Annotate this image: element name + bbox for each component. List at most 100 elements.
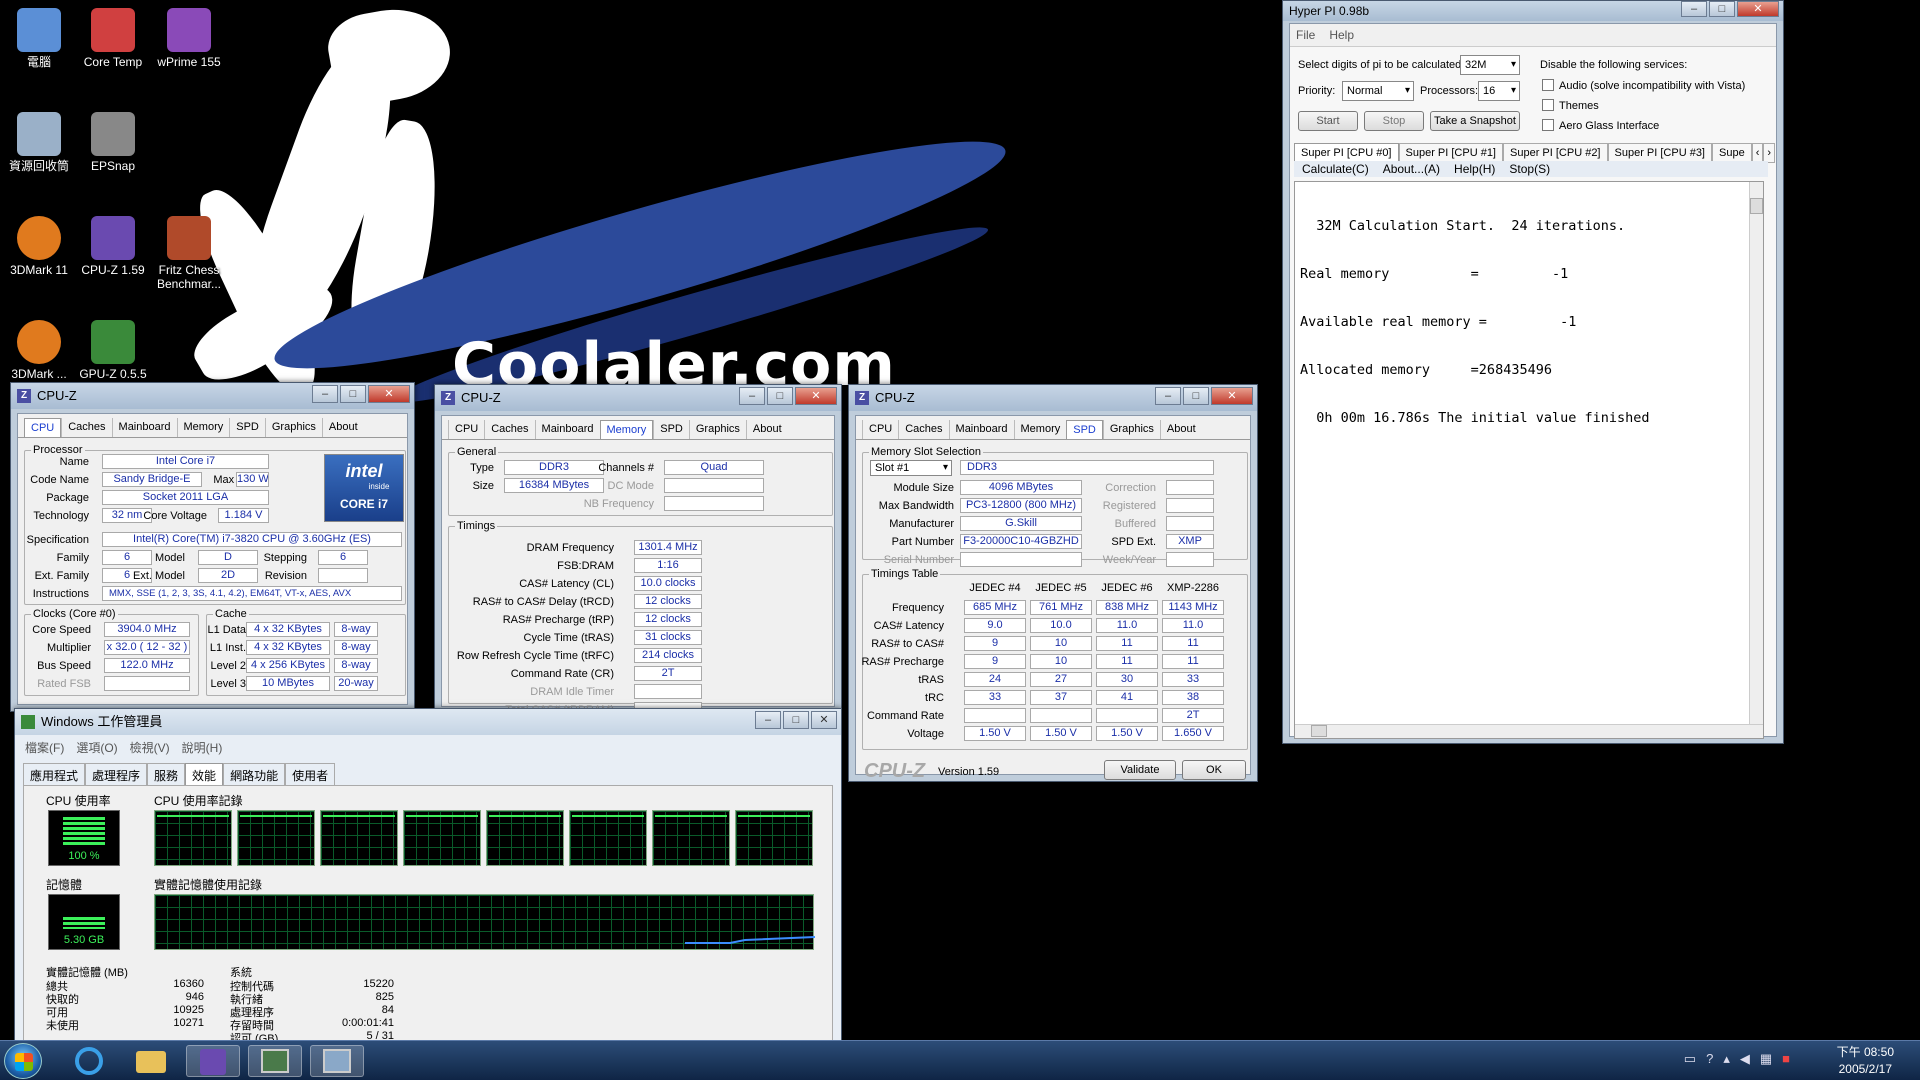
title-bar[interactable]: Windows 工作管理員 – □ ✕ — [15, 709, 841, 735]
minimize-button[interactable]: – — [1155, 387, 1181, 405]
tab-memory[interactable]: Memory — [176, 418, 230, 437]
tab-spd[interactable]: SPD — [1066, 420, 1103, 439]
menu-file[interactable]: File — [1296, 28, 1315, 42]
maximize-button[interactable]: □ — [340, 385, 366, 403]
desktop-icon-fritz-chess[interactable]: Fritz Chess Benchmar... — [150, 216, 228, 291]
tab-mainboard[interactable]: Mainboard — [948, 420, 1014, 439]
title-bar[interactable]: Z CPU-Z – □ ✕ — [435, 385, 841, 411]
menu-stop[interactable]: Stop(S) — [1509, 161, 1550, 177]
menu-about[interactable]: About...(A) — [1383, 161, 1440, 177]
desktop-icon-gpuz[interactable]: GPU-Z 0.5.5 — [74, 320, 152, 381]
maximize-button[interactable]: □ — [767, 387, 793, 405]
arrow-up-icon[interactable]: ▴ — [1723, 1051, 1730, 1067]
task-manager-window[interactable]: Windows 工作管理員 – □ ✕ 檔案(F) 選項(O) 檢視(V) 說明(H… — [14, 708, 842, 1045]
tab-cpu[interactable]: CPU — [448, 420, 484, 439]
start-button[interactable] — [4, 1043, 42, 1079]
close-button[interactable]: ✕ — [1737, 1, 1779, 17]
minimize-button[interactable]: – — [755, 711, 781, 729]
help-icon[interactable]: ? — [1706, 1051, 1713, 1067]
desktop-icon-3dmark11[interactable]: 3DMark 11 — [0, 216, 78, 277]
scroll-thumb[interactable] — [1311, 725, 1327, 737]
hyperpi-taskbar-button[interactable] — [310, 1045, 364, 1077]
tab-about[interactable]: About — [1159, 420, 1202, 439]
tab-mainboard[interactable]: Mainboard — [534, 420, 600, 439]
start-button[interactable]: Start — [1298, 111, 1358, 131]
stop-button[interactable]: Stop — [1364, 111, 1424, 131]
tab-memory[interactable]: Memory — [1013, 420, 1067, 439]
processors-select[interactable]: 16 — [1478, 81, 1520, 101]
network-icon[interactable]: ▦ — [1760, 1051, 1772, 1067]
minimize-button[interactable]: – — [1681, 1, 1707, 17]
close-button[interactable]: ✕ — [811, 711, 837, 729]
title-bar[interactable]: Z CPU-Z – □ ✕ — [849, 385, 1257, 411]
tab-cpu-more[interactable]: Supe — [1712, 143, 1752, 163]
output-console[interactable]: 32M Calculation Start. 24 iterations. Re… — [1294, 181, 1764, 739]
menu-options[interactable]: 選項(O) — [76, 739, 117, 756]
desktop-icon-computer[interactable]: 電腦 — [0, 8, 78, 69]
digits-select[interactable]: 32M — [1460, 55, 1520, 75]
close-button[interactable]: ✕ — [1211, 387, 1253, 405]
explorer-taskbar-button[interactable] — [124, 1045, 178, 1077]
title-bar[interactable]: Z CPU-Z – □ ✕ — [11, 383, 414, 409]
vertical-scrollbar[interactable] — [1749, 182, 1763, 738]
minimize-button[interactable]: – — [739, 387, 765, 405]
tab-caches[interactable]: Caches — [484, 420, 534, 439]
cpuz-window-cpu[interactable]: Z CPU-Z – □ ✕ CPU Caches Mainboard Memory S… — [10, 382, 415, 712]
speaker-icon[interactable]: ◀ — [1740, 1051, 1750, 1067]
tab-cpu[interactable]: CPU — [862, 420, 898, 439]
tab-caches[interactable]: Caches — [898, 420, 948, 439]
hyperpi-window[interactable]: Hyper PI 0.98b – □ ✕ File Help Select digi… — [1282, 0, 1784, 744]
close-button[interactable]: ✕ — [795, 387, 837, 405]
action-center-icon[interactable]: ■ — [1782, 1051, 1790, 1067]
cpuz-taskbar-button[interactable] — [186, 1045, 240, 1077]
tab-mainboard[interactable]: Mainboard — [111, 418, 177, 437]
horizontal-scrollbar[interactable] — [1295, 724, 1763, 738]
desktop-icon-recycle-bin[interactable]: 資源回收筒 — [0, 112, 78, 173]
close-button[interactable]: ✕ — [368, 385, 410, 403]
menu-help[interactable]: Help — [1329, 28, 1354, 42]
tab-spd[interactable]: SPD — [653, 420, 689, 439]
tab-about[interactable]: About — [745, 420, 788, 439]
tab-graphics[interactable]: Graphics — [1102, 420, 1160, 439]
tab-cpu0[interactable]: Super PI [CPU #0] — [1294, 143, 1399, 163]
desktop-icon-epsnap[interactable]: EPSnap — [74, 112, 152, 173]
priority-select[interactable]: Normal — [1342, 81, 1414, 101]
cpuz-window-memory[interactable]: Z CPU-Z – □ ✕ CPU Caches Mainboard Memory S… — [434, 384, 842, 717]
scroll-thumb[interactable] — [1750, 198, 1763, 214]
cpuz-window-spd[interactable]: Z CPU-Z – □ ✕ CPU Caches Mainboard Memory S… — [848, 384, 1258, 782]
taskmgr-taskbar-button[interactable] — [248, 1045, 302, 1077]
maximize-button[interactable]: □ — [783, 711, 809, 729]
tab-spd[interactable]: SPD — [229, 418, 265, 437]
tab-cpu2[interactable]: Super PI [CPU #2] — [1503, 143, 1608, 163]
validate-button[interactable]: Validate — [1104, 760, 1176, 780]
tab-graphics[interactable]: Graphics — [688, 420, 746, 439]
themes-checkbox[interactable]: Themes — [1542, 99, 1599, 112]
menu-help[interactable]: Help(H) — [1454, 161, 1495, 177]
snapshot-button[interactable]: Take a Snapshot — [1430, 111, 1520, 131]
desktop-icon-3dmark[interactable]: 3DMark ... — [0, 320, 78, 381]
ie-taskbar-button[interactable] — [62, 1045, 116, 1077]
minimize-button[interactable]: – — [312, 385, 338, 403]
ok-button[interactable]: OK — [1182, 760, 1246, 780]
keyboard-icon[interactable]: ▭ — [1684, 1051, 1696, 1067]
tab-cpu1[interactable]: Super PI [CPU #1] — [1398, 143, 1503, 163]
tab-cpu3[interactable]: Super PI [CPU #3] — [1607, 143, 1712, 163]
tab-scroll-left-icon[interactable]: ‹ — [1751, 143, 1764, 163]
menu-view[interactable]: 檢視(V) — [130, 739, 170, 756]
desktop-icon-wprime[interactable]: wPrime 155 — [150, 8, 228, 69]
tab-scroll-right-icon[interactable]: › — [1763, 143, 1776, 163]
title-bar[interactable]: Hyper PI 0.98b – □ ✕ — [1283, 1, 1783, 21]
menu-file[interactable]: 檔案(F) — [25, 739, 64, 756]
tab-graphics[interactable]: Graphics — [264, 418, 322, 437]
aero-checkbox[interactable]: Aero Glass Interface — [1542, 119, 1659, 132]
menu-help[interactable]: 說明(H) — [182, 739, 223, 756]
menu-calculate[interactable]: Calculate(C) — [1302, 161, 1369, 177]
tab-caches[interactable]: Caches — [61, 418, 111, 437]
audio-checkbox[interactable]: Audio (solve incompatibility with Vista) — [1542, 79, 1745, 92]
slot-select[interactable]: Slot #1 — [870, 460, 952, 476]
clock[interactable]: 下午 08:50 2005/2/17 — [1837, 1044, 1894, 1078]
tab-cpu[interactable]: CPU — [24, 418, 62, 437]
desktop-icon-cpuz[interactable]: CPU-Z 1.59 — [74, 216, 152, 277]
maximize-button[interactable]: □ — [1183, 387, 1209, 405]
tab-memory[interactable]: Memory — [599, 420, 654, 439]
